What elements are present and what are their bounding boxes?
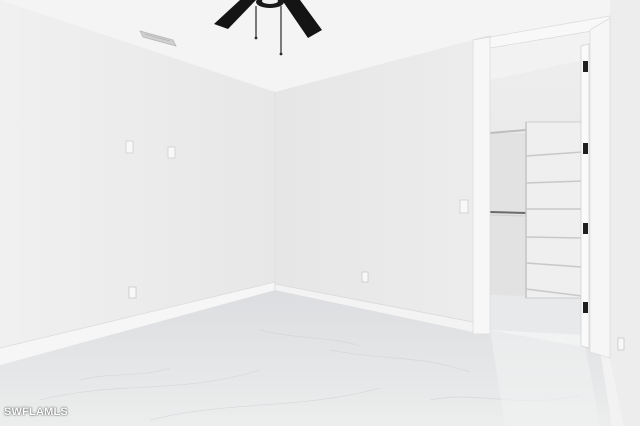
wall-outlet [361,271,369,283]
door-casing-right [589,17,611,359]
light-switch-plate [459,199,469,214]
closet-floor [490,295,584,335]
wall-switch-plate [167,146,176,159]
closet-shelving-unit [525,121,583,299]
door-casing-left [472,35,491,335]
room-illustration [0,0,640,426]
right-wall [610,0,640,426]
mls-watermark: SWFLAMLS [4,406,68,418]
closet-hanging-section [490,133,526,295]
wall-outlet [128,286,137,299]
room-photo: SWFLAMLS [0,0,640,426]
wall-switch-plate [125,140,134,154]
closet-rod [489,211,527,214]
wall-outlet [617,337,625,351]
